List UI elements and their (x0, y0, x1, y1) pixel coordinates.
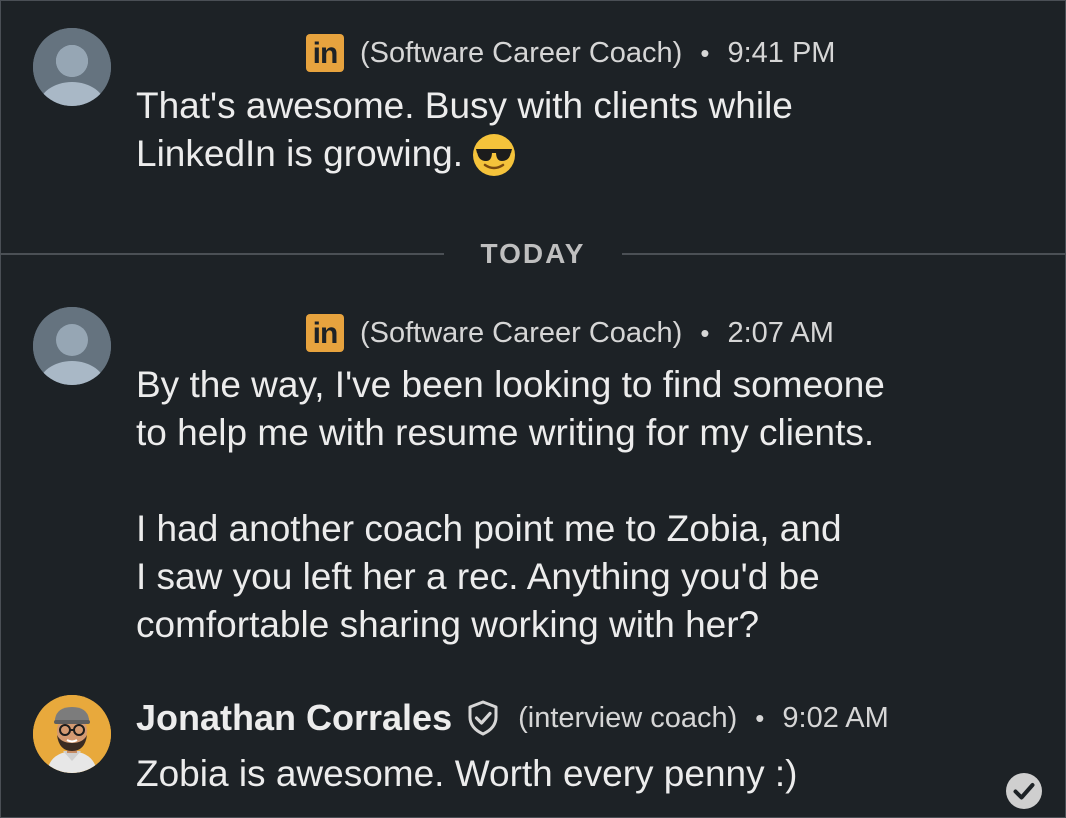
message-body: By the way, I've been looking to find so… (136, 361, 885, 649)
message-line: I saw you left her a rec. Anything you'd… (136, 556, 820, 597)
message-line: comfortable sharing working with her? (136, 604, 760, 645)
person-silhouette-icon (33, 307, 111, 385)
person-silhouette-icon (33, 28, 111, 106)
verified-shield-icon (468, 700, 498, 736)
separator-dot: • (700, 37, 710, 68)
message-time: 9:41 PM (727, 36, 836, 69)
message-header: in (Software Career Coach) • 9:41 PM (306, 33, 835, 73)
message-line: LinkedIn is growing. (136, 130, 793, 178)
message-line: That's awesome. Busy with clients while (136, 85, 793, 126)
profile-photo-icon (33, 695, 111, 773)
message-line: to help me with resume writing for my cl… (136, 412, 875, 453)
linkedin-icon: in (306, 34, 344, 72)
avatar-jonathan[interactable] (33, 695, 111, 773)
linkedin-icon: in (306, 314, 344, 352)
sender-meta: (Software Career Coach) (360, 36, 683, 69)
message-line-text: LinkedIn is growing. (136, 133, 464, 174)
divider-line-right (622, 253, 1066, 255)
message-line: By the way, I've been looking to find so… (136, 364, 885, 405)
read-receipt-check-icon (1006, 773, 1042, 809)
message-line: Zobia is awesome. Worth every penny :) (136, 753, 798, 794)
message-header: in (Software Career Coach) • 2:07 AM (306, 313, 834, 353)
sender-name[interactable]: Jonathan Corrales (136, 697, 452, 739)
avatar-placeholder[interactable] (33, 28, 111, 106)
sunglasses-emoji-icon (473, 134, 516, 176)
divider-label: TODAY (480, 238, 586, 269)
message-header: Jonathan Corrales (interview coach) • 9:… (136, 697, 889, 739)
sender-meta: (interview coach) (518, 701, 738, 734)
sender-meta: (Software Career Coach) (360, 316, 683, 349)
divider-line-left (0, 253, 444, 255)
avatar-placeholder[interactable] (33, 307, 111, 385)
date-divider: TODAY (0, 232, 1066, 276)
message-body: Zobia is awesome. Worth every penny :) (136, 750, 797, 798)
separator-dot: • (700, 317, 710, 348)
separator-dot: • (755, 702, 765, 733)
message-time: 9:02 AM (782, 701, 889, 734)
message-line: I had another coach point me to Zobia, a… (136, 508, 842, 549)
message-body: That's awesome. Busy with clients while … (136, 82, 793, 178)
message-time: 2:07 AM (727, 316, 834, 349)
